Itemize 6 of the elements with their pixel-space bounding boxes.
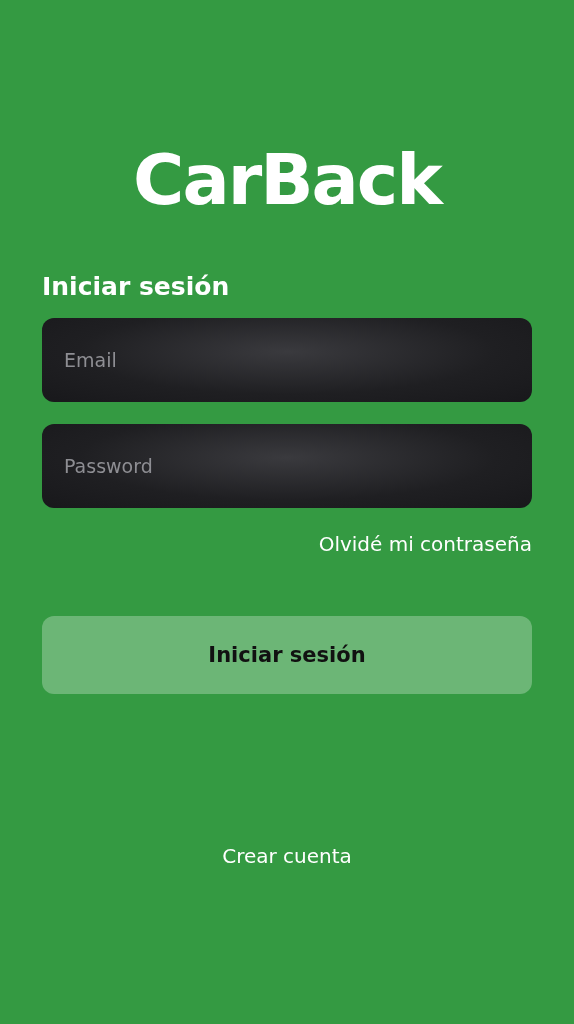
create-account-link[interactable]: Crear cuenta bbox=[222, 844, 352, 868]
password-field[interactable]: Password bbox=[42, 424, 532, 508]
login-heading: Iniciar sesión bbox=[42, 271, 231, 303]
logo: CarBack bbox=[133, 140, 441, 220]
forgot-password-link[interactable]: Olvidé mi contraseña bbox=[318, 532, 532, 556]
email-field[interactable]: Email bbox=[42, 318, 532, 402]
